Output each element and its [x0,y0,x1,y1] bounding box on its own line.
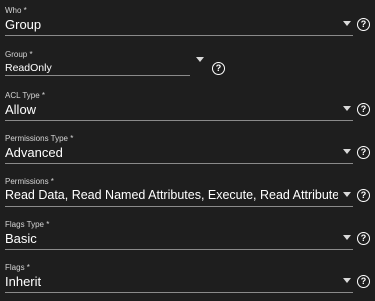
question-circle-icon[interactable]: ? [357,189,370,202]
caret-down-icon[interactable] [343,149,351,154]
acl-type-underline [5,120,353,121]
caret-down-icon[interactable] [343,235,351,240]
question-circle-icon[interactable]: ? [212,62,225,75]
question-circle-icon[interactable]: ? [357,275,370,288]
flags-type-underline [5,249,353,250]
caret-down-icon[interactable] [343,278,351,283]
permissions-type-value[interactable]: Advanced [5,145,335,160]
flags-value[interactable]: Inherit [5,274,335,289]
who-value[interactable]: Group [5,17,335,32]
group-value[interactable]: ReadOnly [5,62,185,74]
question-circle-icon[interactable]: ? [357,18,370,31]
question-circle-icon[interactable]: ? [357,103,370,116]
group-label: Group * [5,50,33,59]
permissions-type-underline [5,163,353,164]
caret-down-icon[interactable] [343,106,351,111]
permissions-type-label: Permissions Type * [5,134,74,143]
flags-type-value[interactable]: Basic [5,231,335,246]
who-underline [5,35,353,36]
permissions-underline [5,206,353,207]
acl-type-label: ACL Type * [5,91,46,100]
flags-label: Flags * [5,263,30,272]
flags-underline [5,292,353,293]
permissions-value[interactable]: Read Data, Read Named Attributes, Execut… [5,188,338,202]
caret-down-icon[interactable] [196,57,204,62]
acl-type-value[interactable]: Allow [5,102,335,117]
group-underline [5,75,190,76]
question-circle-icon[interactable]: ? [357,146,370,159]
question-circle-icon[interactable]: ? [357,232,370,245]
caret-down-icon[interactable] [343,21,351,26]
flags-type-label: Flags Type * [5,220,50,229]
caret-down-icon[interactable] [343,192,351,197]
permissions-label: Permissions * [5,177,54,186]
who-label: Who * [5,6,27,15]
